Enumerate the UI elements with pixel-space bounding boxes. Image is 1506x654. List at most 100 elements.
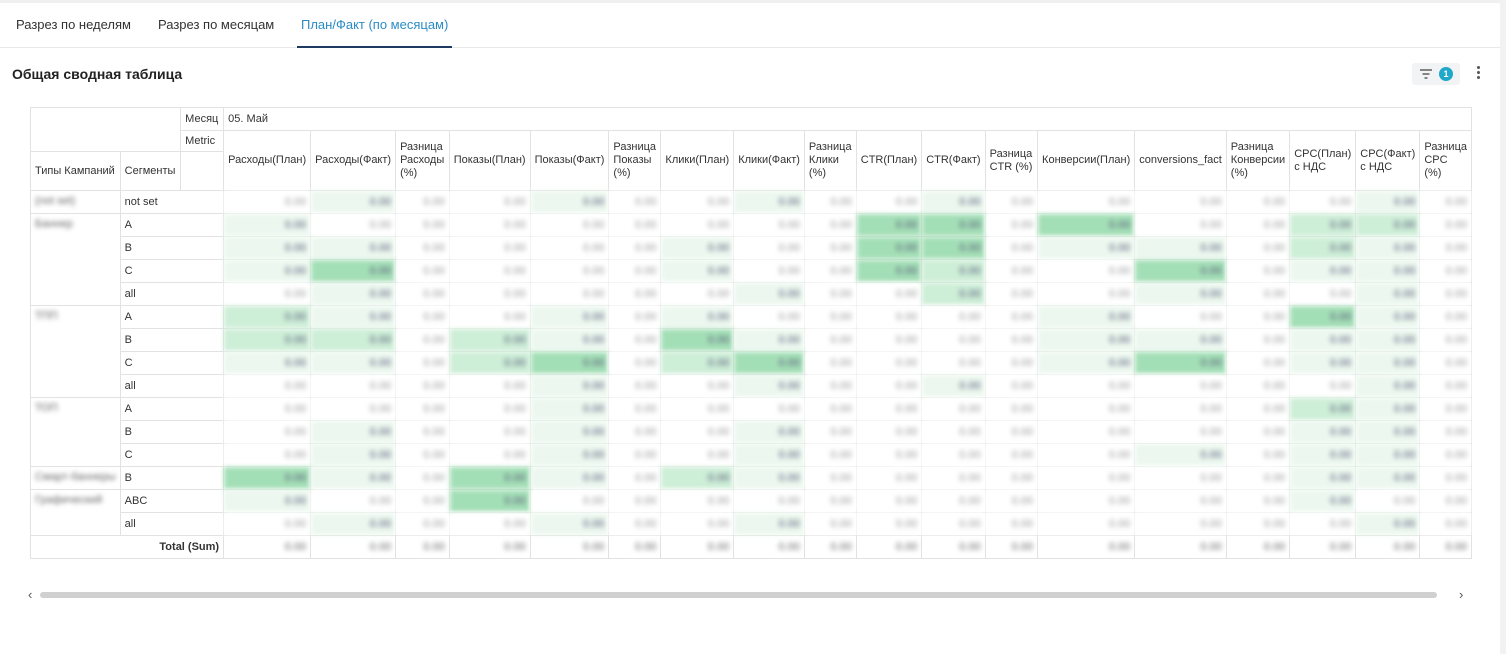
value-cell: 0.00 — [803, 512, 857, 536]
value-cell: 0.00 — [529, 489, 610, 513]
value-cell: 0.00 — [529, 466, 610, 490]
value-cell: 0.00 — [733, 397, 805, 421]
column-header: CTR(Факт) — [921, 130, 986, 191]
value-cell: 0.00 — [921, 466, 986, 490]
value-cell: 0.00 — [660, 259, 735, 283]
page-scrollbar[interactable] — [1500, 0, 1506, 654]
row-header-campaign-type: Типы Кампаний — [30, 151, 121, 191]
value-cell: 0.00 — [529, 512, 610, 536]
value-cell: 0.00 — [733, 213, 805, 237]
value-cell: 0.00 — [660, 466, 735, 490]
column-header: Разница Конверсии (%) — [1225, 130, 1291, 191]
value-cell: 0.00 — [1289, 328, 1357, 352]
value-cell: 0.00 — [803, 305, 857, 329]
total-value-cell: 0.00 — [395, 535, 450, 559]
value-cell: 0.00 — [660, 351, 735, 375]
value-cell: 0.00 — [803, 282, 857, 306]
value-cell: 0.00 — [855, 282, 923, 306]
value-cell: 0.00 — [1134, 282, 1227, 306]
filter-icon — [1420, 69, 1432, 79]
tab-by-months[interactable]: Разрез по месяцам — [158, 3, 274, 48]
value-cell: 0.00 — [803, 466, 857, 490]
value-cell: 0.00 — [310, 374, 397, 398]
value-cell: 0.00 — [1225, 512, 1291, 536]
scroll-right-icon[interactable]: › — [1459, 588, 1463, 602]
total-value-cell: 0.00 — [803, 535, 857, 559]
value-cell: 0.00 — [608, 305, 662, 329]
value-cell: 0.00 — [1355, 305, 1421, 329]
total-value-cell: 0.00 — [1134, 535, 1227, 559]
value-cell: 0.00 — [1355, 397, 1421, 421]
value-cell: 0.00 — [855, 397, 923, 421]
value-cell: 0.00 — [855, 305, 923, 329]
value-cell: 0.00 — [1037, 489, 1136, 513]
value-cell: 0.00 — [1037, 420, 1136, 444]
value-cell: 0.00 — [984, 328, 1039, 352]
value-cell: 0.00 — [1225, 213, 1291, 237]
value-cell: 0.00 — [1037, 374, 1136, 398]
value-cell: 0.00 — [1134, 374, 1227, 398]
total-value-cell: 0.00 — [1225, 535, 1291, 559]
total-row: Total (Sum) 0.00 0.00 0.00 0.00 0.00 0.00 0.00 0… — [30, 535, 1472, 559]
value-cell: 0.00 — [448, 282, 531, 306]
value-cell: 0.00 — [608, 213, 662, 237]
value-cell: 0.00 — [1355, 351, 1421, 375]
value-cell: 0.00 — [1355, 466, 1421, 490]
column-header: Разница Клики (%) — [803, 130, 857, 191]
campaign-type-cell: Смарт-баннеры — [30, 466, 121, 490]
value-cell: 0.00 — [310, 489, 397, 513]
value-cell: 0.00 — [1134, 397, 1227, 421]
value-cell: 0.00 — [1037, 190, 1136, 214]
value-cell: 0.00 — [1037, 443, 1136, 467]
value-cell: 0.00 — [921, 374, 986, 398]
scrollbar-thumb[interactable] — [40, 592, 1437, 598]
value-cell: 0.00 — [984, 213, 1039, 237]
horizontal-scrollbar[interactable]: ‹ › — [28, 588, 1472, 602]
value-cell: 0.00 — [529, 236, 610, 260]
filter-button[interactable]: 1 — [1412, 63, 1460, 85]
value-cell: 0.00 — [733, 420, 805, 444]
value-cell: 0.00 — [1225, 259, 1291, 283]
value-cell: 0.00 — [803, 328, 857, 352]
more-options-icon[interactable] — [1472, 64, 1484, 84]
value-cell: 0.00 — [660, 512, 735, 536]
value-cell: 0.00 — [223, 420, 312, 444]
value-cell: 0.00 — [1225, 236, 1291, 260]
value-cell: 0.00 — [803, 213, 857, 237]
value-cell: 0.00 — [223, 466, 312, 490]
value-cell: 0.00 — [921, 420, 986, 444]
value-cell: 0.00 — [1037, 259, 1136, 283]
value-cell: 0.00 — [1225, 305, 1291, 329]
column-header: Разница CTR (%) — [984, 130, 1039, 191]
value-cell: 0.00 — [1419, 328, 1472, 352]
value-cell: 0.00 — [660, 213, 735, 237]
value-cell: 0.00 — [984, 282, 1039, 306]
value-cell: 0.00 — [395, 190, 450, 214]
value-cell: 0.00 — [1134, 259, 1227, 283]
value-cell: 0.00 — [395, 282, 450, 306]
column-header: CPC(Факт) с НДС — [1355, 130, 1421, 191]
value-cell: 0.00 — [448, 420, 531, 444]
value-cell: 0.00 — [1355, 489, 1421, 513]
total-value-cell: 0.00 — [608, 535, 662, 559]
value-cell: 0.00 — [1355, 236, 1421, 260]
tab-bar: Разрез по неделям Разрез по месяцам План… — [0, 3, 1500, 48]
value-cell: 0.00 — [310, 213, 397, 237]
value-cell: 0.00 — [529, 397, 610, 421]
value-cell: 0.00 — [608, 397, 662, 421]
value-cell: 0.00 — [223, 351, 312, 375]
tab-by-weeks[interactable]: Разрез по неделям — [16, 3, 131, 48]
pivot-table-container: Месяц 05. Май Metric Расходы(План) Расходы(Ф… — [30, 107, 1472, 568]
campaign-type-cell: ТОП — [30, 397, 121, 467]
value-cell: 0.00 — [529, 213, 610, 237]
scroll-left-icon[interactable]: ‹ — [28, 588, 32, 602]
value-cell: 0.00 — [660, 420, 735, 444]
value-cell: 0.00 — [1289, 420, 1357, 444]
table-row: B 0.00 0.00 0.00 0.00 0.00 0.00 0.00 0.00 0.00 0.0… — [31, 420, 1472, 444]
value-cell: 0.00 — [608, 466, 662, 490]
value-cell: 0.00 — [448, 466, 531, 490]
tab-plan-fact[interactable]: План/Факт (по месяцам) — [297, 3, 453, 48]
value-cell: 0.00 — [803, 374, 857, 398]
value-cell: 0.00 — [223, 213, 312, 237]
value-cell: 0.00 — [1134, 512, 1227, 536]
